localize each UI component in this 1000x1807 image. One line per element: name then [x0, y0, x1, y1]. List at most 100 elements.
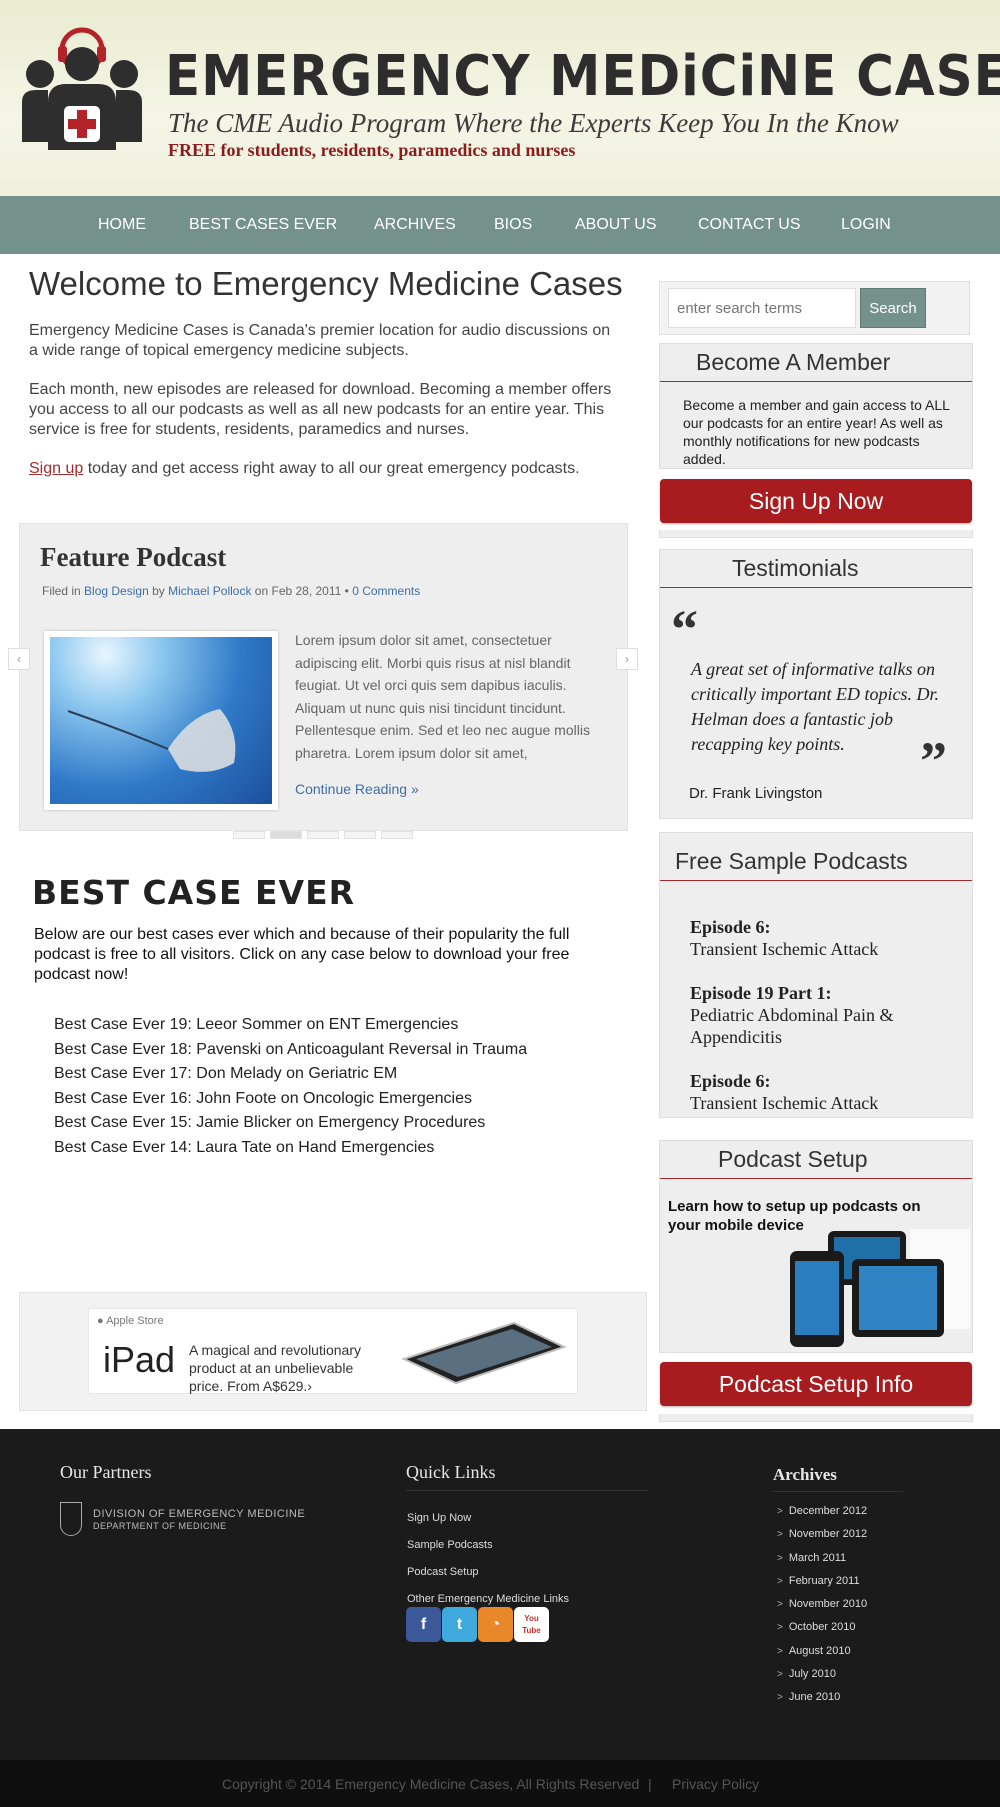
setup-title: Podcast Setup	[660, 1141, 972, 1179]
archives-divider	[773, 1491, 903, 1492]
archive-item[interactable]: > December 2012	[777, 1500, 867, 1523]
testimonials-title: Testimonials	[660, 550, 972, 588]
category-link[interactable]: Blog Design	[84, 584, 149, 598]
sample-podcast-item[interactable]: Episode 19 Part 1: Pediatric Abdominal Pa…	[690, 982, 960, 1048]
chevron-right-icon: >	[777, 1692, 783, 1704]
close-quote-icon: ”	[920, 731, 947, 791]
site-footer: Our Partners DIVISION OF EMERGENCY MEDIC…	[0, 1429, 1000, 1760]
crest-icon	[60, 1502, 82, 1536]
archive-item[interactable]: > November 2012	[777, 1523, 867, 1546]
archive-label: August 2010	[788, 1644, 851, 1657]
site-subtagline: FREE for students, residents, paramedics…	[168, 140, 576, 160]
archive-item[interactable]: > August 2010	[777, 1640, 867, 1663]
nav-about-us[interactable]: ABOUT US	[575, 216, 657, 234]
social-icons: f t ◔ You Tube	[406, 1607, 550, 1642]
rss-icon[interactable]: ◔	[478, 1607, 513, 1642]
best-case-intro: Below are our best cases ever which and …	[34, 926, 570, 983]
author-link[interactable]: Michael Pollock	[168, 584, 251, 598]
testimonial-author: Dr. Frank Livingston	[689, 785, 823, 802]
site-header: EMERGENCY MEDiCiNE CASES The CME Audio P…	[0, 0, 1000, 196]
chevron-right-icon: >	[777, 1599, 783, 1611]
signup-paragraph-text: today and get access right away to all o…	[83, 460, 580, 477]
sample-episode: Episode 6:	[690, 917, 771, 937]
partners-title: Our Partners	[60, 1462, 152, 1482]
best-case-item[interactable]: Best Case Ever 14: Laura Tate on Hand Em…	[54, 1136, 527, 1161]
archive-item[interactable]: > October 2010	[777, 1616, 867, 1639]
sign-up-now-button[interactable]: Sign Up Now	[660, 479, 972, 523]
member-panel: Become A Member Become a member and gain…	[659, 343, 973, 469]
nav-best-cases-ever[interactable]: BEST CASES EVER	[189, 216, 337, 234]
best-case-item[interactable]: Best Case Ever 18: Pavenski on Anticoagu…	[54, 1038, 527, 1063]
sample-episode: Episode 19 Part 1:	[690, 983, 832, 1003]
mobile-devices-image	[790, 1229, 970, 1347]
nav-login[interactable]: LOGIN	[841, 216, 891, 234]
slider-next-arrow[interactable]: ›	[616, 648, 638, 670]
privacy-policy-link[interactable]: Privacy Policy	[672, 1776, 759, 1792]
twitter-icon[interactable]: t	[442, 1607, 477, 1642]
quicklinks-list: Sign Up Now Sample Podcasts Podcast Setu…	[407, 1505, 569, 1613]
podcast-setup-info-button[interactable]: Podcast Setup Info	[660, 1362, 972, 1406]
feature-excerpt: Lorem ipsum dolor sit amet, consectetuer…	[295, 632, 590, 761]
search-input[interactable]	[668, 288, 856, 328]
best-case-item[interactable]: Best Case Ever 19: Leeor Sommer on ENT E…	[54, 1013, 527, 1038]
sample-title: Transient Ischemic Attack	[690, 1093, 879, 1113]
archive-item[interactable]: > February 2011	[777, 1570, 867, 1593]
slider-dot[interactable]	[270, 831, 302, 839]
logo-icon[interactable]	[20, 22, 144, 154]
ad-store-text: Apple Store	[106, 1315, 164, 1327]
member-text: Become a member and gain access to ALL o…	[683, 397, 950, 467]
archive-label: November 2012	[788, 1528, 868, 1541]
nav-home[interactable]: HOME	[98, 216, 146, 234]
archive-item[interactable]: > March 2011	[777, 1547, 867, 1570]
feature-image[interactable]	[44, 631, 278, 810]
archive-item[interactable]: > November 2010	[777, 1593, 867, 1616]
archive-label: March 2011	[788, 1551, 847, 1564]
archive-label: December 2012	[788, 1505, 868, 1517]
archive-item[interactable]: > June 2010	[777, 1686, 867, 1709]
quicklink-item[interactable]: Podcast Setup	[407, 1559, 569, 1586]
ad-copy: A magical and revolutionary product at a…	[189, 1342, 361, 1394]
best-case-item[interactable]: Best Case Ever 15: Jamie Blicker on Emer…	[54, 1111, 527, 1136]
sample-title: Transient Ischemic Attack	[690, 939, 879, 959]
best-case-list: Best Case Ever 19: Leeor Sommer on ENT E…	[54, 1013, 527, 1161]
quicklink-item[interactable]: Sign Up Now	[407, 1505, 569, 1532]
best-case-item[interactable]: Best Case Ever 16: John Foote on Oncolog…	[54, 1087, 527, 1112]
chevron-right-icon: >	[777, 1506, 783, 1517]
slider-dot[interactable]	[307, 831, 339, 839]
slider-dot[interactable]	[381, 831, 413, 839]
continue-reading-link[interactable]: Continue Reading »	[295, 781, 419, 797]
copyright-bar: Copyright © 2014 Emergency Medicine Case…	[0, 1760, 1000, 1807]
signup-link[interactable]: Sign up	[29, 460, 83, 477]
signup-paragraph: Sign up today and get access right away …	[29, 459, 619, 479]
meta-by: by	[148, 584, 169, 598]
archive-label: November 2010	[788, 1598, 868, 1611]
ipad-ad-banner[interactable]: ● Apple Store iPad A magical and revolut…	[88, 1308, 578, 1394]
footer-separator: |	[648, 1776, 652, 1792]
slider-prev-arrow[interactable]: ‹	[8, 648, 30, 670]
nav-archives[interactable]: ARCHIVES	[374, 216, 456, 234]
slider-dot[interactable]	[233, 831, 265, 839]
search-button[interactable]: Search	[860, 288, 926, 328]
page-title: Welcome to Emergency Medicine Cases	[29, 265, 623, 302]
comments-link[interactable]: 0 Comments	[352, 584, 420, 598]
main-nav: HOME BEST CASES EVER ARCHIVES BIOS ABOUT…	[0, 196, 1000, 254]
sample-podcast-item[interactable]: Episode 6: Transient Ischemic Attack	[690, 1070, 960, 1114]
apple-icon: ●	[97, 1315, 107, 1327]
archive-label: June 2010	[788, 1691, 841, 1704]
quicklink-item[interactable]: Sample Podcasts	[407, 1532, 569, 1559]
sample-title: Pediatric Abdominal Pain & Appendicitis	[690, 1005, 894, 1047]
best-case-item[interactable]: Best Case Ever 17: Don Melady on Geriatr…	[54, 1062, 527, 1087]
nav-contact-us[interactable]: CONTACT US	[698, 216, 801, 234]
archive-item[interactable]: > July 2010	[777, 1663, 867, 1686]
sample-podcast-item[interactable]: Episode 6: Transient Ischemic Attack	[690, 916, 960, 960]
ipad-image	[401, 1321, 567, 1385]
feature-podcast-slider: Feature Podcast Filed in Blog Design by …	[19, 523, 628, 831]
panel-spacer	[659, 1414, 973, 1422]
ad-container: ● Apple Store iPad A magical and revolut…	[19, 1292, 647, 1411]
youtube-icon[interactable]: You Tube	[514, 1607, 549, 1642]
best-case-title: BEST CASE EVER	[32, 873, 356, 912]
slider-dot[interactable]	[344, 831, 376, 839]
facebook-icon[interactable]: f	[406, 1607, 441, 1642]
chevron-right-icon: >	[777, 1645, 783, 1657]
nav-bios[interactable]: BIOS	[494, 216, 532, 234]
